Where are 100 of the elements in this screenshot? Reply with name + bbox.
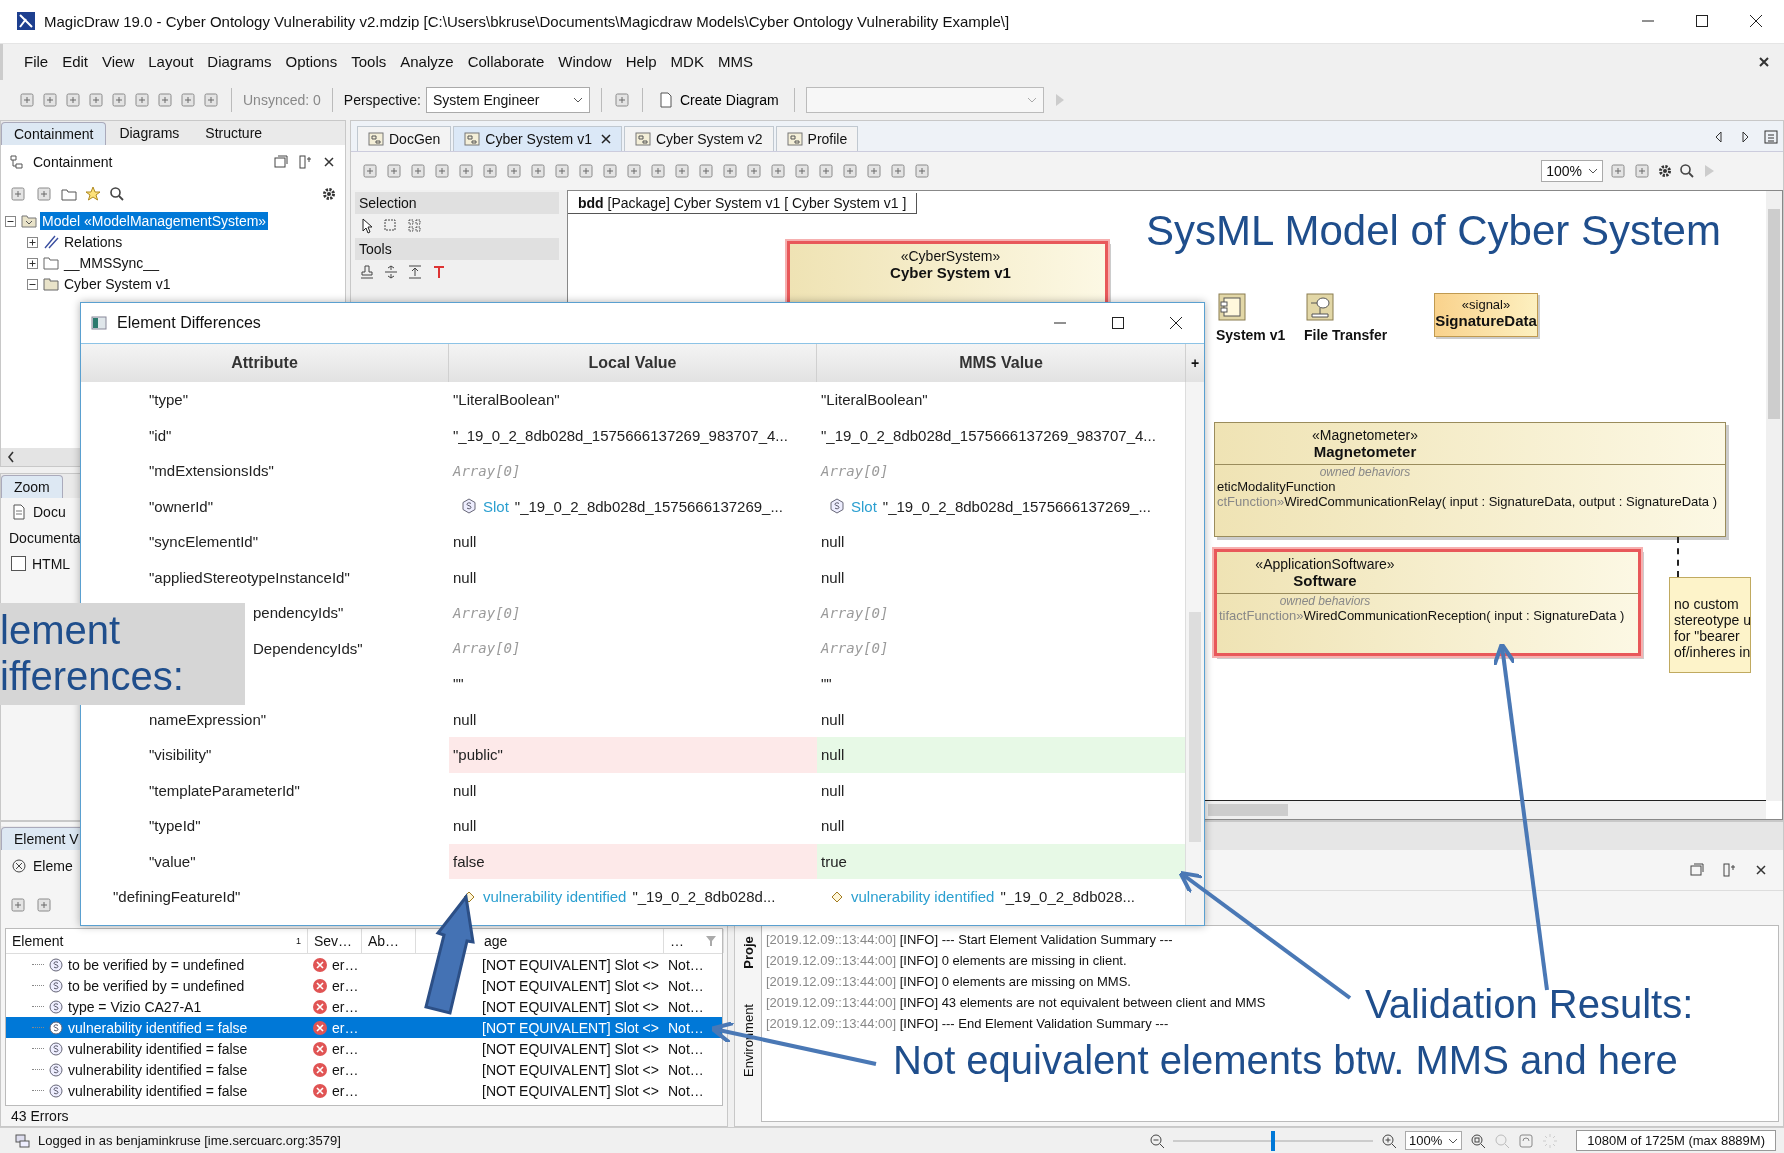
close-icon[interactable] bbox=[600, 133, 611, 144]
scroll-left-icon[interactable] bbox=[7, 450, 15, 463]
severity-text: er… bbox=[332, 977, 359, 994]
create-diagram-button[interactable]: Create Diagram bbox=[653, 89, 783, 110]
chevron-down-icon[interactable] bbox=[1448, 1137, 1459, 1144]
result-row[interactable]: vulnerability identified = false er… [NOT EQUIVALENT] Slot <> Not… bbox=[6, 1059, 722, 1081]
stamp-icon[interactable] bbox=[359, 263, 375, 280]
column-header[interactable]: … bbox=[664, 929, 724, 954]
result-row[interactable]: vulnerability identified = false er… [NOT EQUIVALENT] Slot <> Not… bbox=[6, 1080, 722, 1102]
spinner-icon bbox=[1542, 1132, 1559, 1149]
error-icon bbox=[312, 998, 328, 1015]
tab-list-icon[interactable] bbox=[1763, 128, 1779, 145]
diagram-icon bbox=[464, 130, 481, 147]
settings-icon[interactable] bbox=[321, 185, 337, 202]
value-text: "_19_0_2_8db028d... bbox=[632, 888, 776, 906]
column-header[interactable]: MMS Value bbox=[817, 344, 1186, 382]
column-header[interactable]: Sev… bbox=[308, 929, 362, 954]
pointer-icon[interactable] bbox=[359, 217, 375, 234]
add-column-button[interactable]: + bbox=[1186, 344, 1204, 382]
zoom-dropdown[interactable]: 100% bbox=[1405, 1131, 1463, 1150]
result-row[interactable]: type = Vizio CA27-A1 er… [NOT EQUIVALENT] Slot <> Not… bbox=[6, 996, 722, 1018]
result-row[interactable]: to be verified by = undefined er… [NOT EQUIVALENT] Slot <> Not… bbox=[6, 954, 722, 976]
result-row[interactable]: vulnerability identified = false er… [NOT EQUIVALENT] Slot <> Not… bbox=[6, 1017, 722, 1039]
sync-icon[interactable] bbox=[1518, 1132, 1535, 1149]
marquee-icon[interactable] bbox=[383, 217, 399, 234]
menu-item[interactable]: Help bbox=[618, 49, 664, 75]
search-icon[interactable] bbox=[109, 185, 125, 202]
pin-icon[interactable] bbox=[1721, 862, 1737, 879]
menu-item[interactable]: Analyze bbox=[393, 49, 461, 75]
panel-item[interactable]: Docu bbox=[33, 503, 66, 520]
panel-tab[interactable]: Diagrams bbox=[106, 120, 193, 145]
column-header[interactable]: Attribute bbox=[81, 344, 449, 382]
zoom-slider-thumb[interactable] bbox=[1271, 1130, 1275, 1151]
column-header[interactable]: age bbox=[476, 929, 664, 954]
tree-item[interactable]: Model «ModelManagementSystem» bbox=[40, 212, 269, 231]
attribute-name: "definingFeatureId" bbox=[113, 888, 241, 906]
value-text: null bbox=[453, 533, 477, 551]
collapse-icon[interactable] bbox=[5, 215, 16, 227]
memory-indicator[interactable]: 1080M of 1725M (max 8889M) bbox=[1576, 1130, 1776, 1151]
menu-item[interactable]: MMS bbox=[710, 49, 760, 75]
result-row[interactable]: vulnerability identified = false er… [NOT EQUIVALENT] Slot <> Not… bbox=[6, 1038, 722, 1060]
search-icon[interactable] bbox=[1679, 162, 1695, 179]
zoom-fit-icon[interactable] bbox=[1470, 1132, 1487, 1149]
vertical-scrollbar[interactable] bbox=[1766, 190, 1782, 802]
spacing-icon[interactable] bbox=[383, 263, 399, 280]
grid-select-icon[interactable] bbox=[407, 217, 423, 234]
zoom-in-icon[interactable] bbox=[1381, 1132, 1397, 1149]
value-text: Array[0] bbox=[453, 640, 521, 657]
menu-item[interactable]: Options bbox=[278, 49, 345, 75]
pin-icon[interactable] bbox=[297, 153, 313, 170]
behavior-text: tifactFunction»WiredCommunicationReception( input : SignatureData ) bbox=[1218, 607, 1626, 623]
editor-tab[interactable]: Cyber System v1 bbox=[453, 125, 622, 151]
editor-tab[interactable]: Cyber System v2 bbox=[623, 125, 774, 151]
menu-item[interactable]: Edit bbox=[55, 49, 96, 75]
menu-item[interactable]: Collaborate bbox=[460, 49, 552, 75]
text-tool-icon[interactable] bbox=[431, 263, 447, 280]
panel-tab[interactable]: Zoom bbox=[1, 474, 63, 498]
side-tab[interactable]: Environment bbox=[740, 1003, 756, 1077]
palette-section-header[interactable]: Tools bbox=[355, 237, 559, 260]
status-text: Not… bbox=[668, 1019, 704, 1036]
editor-tab[interactable]: Profile bbox=[775, 125, 859, 151]
menu-item[interactable]: Tools bbox=[344, 49, 394, 75]
filter-icon[interactable] bbox=[705, 935, 717, 948]
result-row[interactable]: to be verified by = undefined er… [NOT EQUIVALENT] Slot <> Not… bbox=[6, 975, 722, 997]
menu-item[interactable]: Window bbox=[551, 49, 619, 75]
star-icon[interactable] bbox=[85, 185, 101, 202]
zoom-out-icon[interactable] bbox=[1149, 1132, 1165, 1149]
tree-item[interactable]: Relations bbox=[62, 233, 125, 252]
close-icon[interactable] bbox=[1758, 55, 1770, 68]
tree-item[interactable]: Cyber System v1 bbox=[62, 275, 173, 294]
tree-item[interactable]: __MMSSync__ bbox=[62, 254, 161, 273]
menu-item[interactable]: MDK bbox=[663, 49, 711, 75]
collapse-icon[interactable] bbox=[27, 278, 38, 290]
part-label: File Transfer bbox=[1304, 326, 1388, 343]
zoom-slider[interactable] bbox=[1173, 1130, 1373, 1151]
restore-icon[interactable] bbox=[1689, 862, 1705, 879]
panel-item[interactable]: Eleme bbox=[33, 858, 73, 875]
menu-item[interactable]: File bbox=[17, 49, 56, 75]
chevron-down-icon[interactable] bbox=[1588, 167, 1598, 174]
panel-tab[interactable]: Containment bbox=[1, 121, 107, 145]
menu-item[interactable]: Layout bbox=[141, 49, 201, 75]
perspective-dropdown[interactable]: System Engineer bbox=[425, 86, 590, 113]
palette-section-header[interactable]: Selection bbox=[355, 191, 559, 214]
settings-icon[interactable] bbox=[1657, 162, 1673, 179]
diagram-dropdown[interactable] bbox=[805, 86, 1044, 113]
panel-tab[interactable]: Structure bbox=[192, 120, 276, 145]
column-header[interactable]: Local Value bbox=[449, 344, 817, 382]
side-tab[interactable]: Proje bbox=[740, 936, 756, 969]
play-icon[interactable] bbox=[1054, 92, 1065, 107]
zoom-icon[interactable] bbox=[1494, 1132, 1511, 1149]
editor-tab[interactable]: DocGen bbox=[357, 125, 452, 151]
chevron-down-icon[interactable] bbox=[572, 96, 583, 103]
menu-item[interactable]: View bbox=[95, 49, 142, 75]
status-text: Not… bbox=[668, 956, 704, 973]
column-header[interactable]: Ab… bbox=[362, 929, 416, 954]
menu-item[interactable]: Diagrams bbox=[200, 49, 279, 75]
vertical-scrollbar[interactable] bbox=[1185, 382, 1204, 925]
restore-icon[interactable] bbox=[273, 153, 289, 170]
html-checkbox[interactable] bbox=[11, 556, 26, 572]
zoom-dropdown[interactable]: 100% bbox=[1541, 159, 1603, 182]
